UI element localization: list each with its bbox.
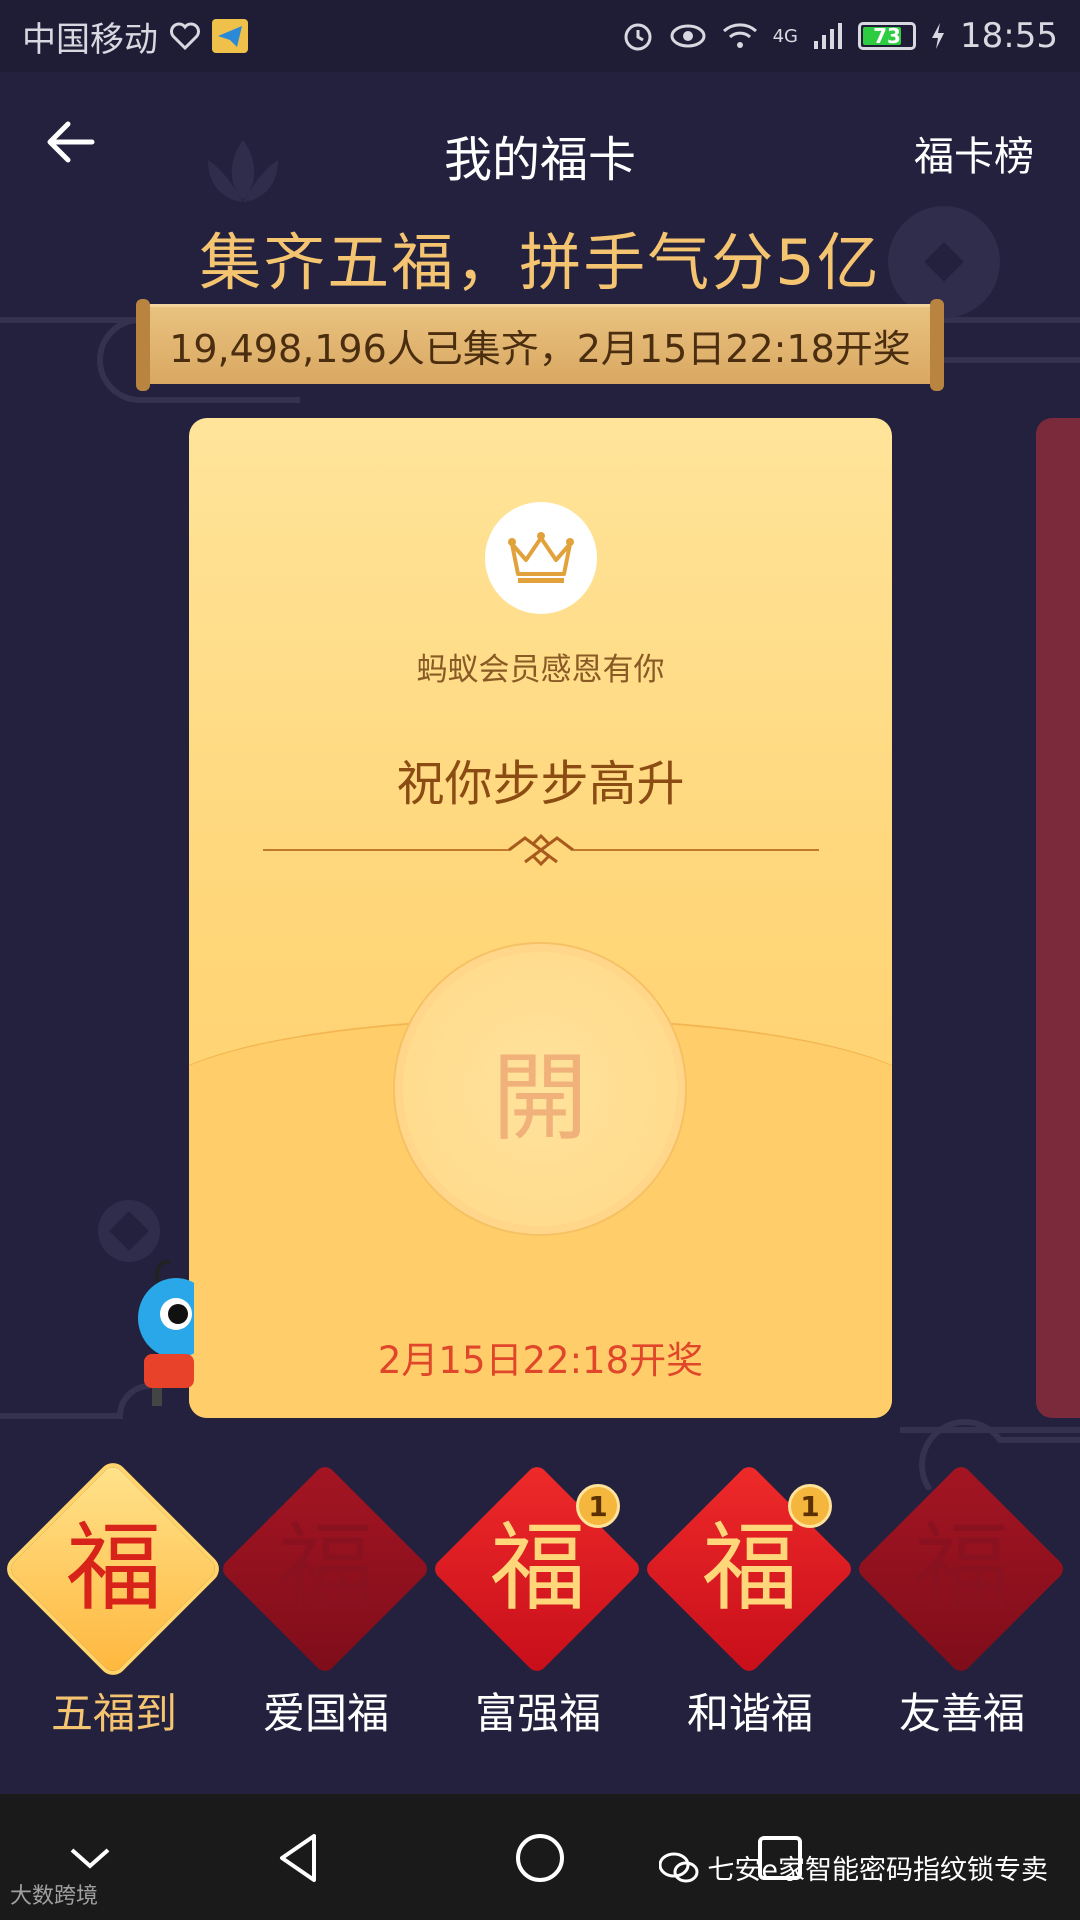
app-notification-icon: [212, 19, 248, 53]
wechat-watermark: 七安e家智能密码指纹锁专卖: [659, 1848, 1048, 1887]
alarm-icon: [624, 23, 652, 51]
status-left: 中国移动: [22, 12, 248, 61]
next-card-preview[interactable]: [1036, 418, 1080, 1418]
fu-card-fuqiang[interactable]: 福 1 富强福: [430, 1462, 644, 1748]
fu-envelope-card: 蚂蚁会员感恩有你 祝你步步高升 開 2月15日22:18开奖: [189, 418, 892, 1418]
crown-icon: [508, 532, 574, 583]
wifi-icon: [722, 23, 757, 48]
clock-time: 18:55: [960, 16, 1058, 56]
crown-badge: [485, 502, 597, 614]
knot-divider: [263, 833, 819, 867]
card-count-badge: 1: [788, 1484, 832, 1528]
campaign-headline: 集齐五福，拼手气分5亿: [199, 226, 881, 299]
eye-comfort-icon: [670, 24, 706, 48]
fu-card-label: 富强福: [474, 1689, 601, 1738]
fu-glyph: 福: [66, 1512, 162, 1624]
network-type: 4G: [772, 25, 799, 47]
fu-card-ranking-link[interactable]: 福卡榜: [914, 124, 1034, 182]
blessing-text: 祝你步步高升: [396, 756, 685, 812]
battery-icon: 73: [858, 22, 917, 50]
member-thanks-text: 蚂蚁会员感恩有你: [416, 652, 665, 688]
open-label: 開: [492, 1041, 588, 1154]
carrier-name: 中国移动: [22, 19, 158, 60]
ant-mascot-icon: [138, 1259, 194, 1406]
fu-glyph: 福: [490, 1512, 586, 1624]
fu-card-wufudao[interactable]: 福 五福到: [6, 1462, 220, 1748]
back-triangle-icon[interactable]: [268, 1826, 332, 1890]
status-bar: 中国移动 4G 73 18:55: [0, 0, 1080, 72]
collected-count-banner: 19,498,196人已集齐，2月15日22:18开奖: [136, 299, 944, 391]
fu-card-label: 友善福: [898, 1689, 1025, 1738]
charging-icon: [932, 23, 945, 49]
fu-glyph: 福: [914, 1512, 1010, 1624]
battery-level: 73: [873, 24, 901, 48]
watermark-text: 七安e家智能密码指纹锁专卖: [707, 1855, 1048, 1886]
wechat-icon: [659, 1852, 699, 1882]
system-nav-bar: 七安e家智能密码指纹锁专卖 大数跨境: [0, 1794, 1080, 1920]
nav-bar: 我的福卡 福卡榜: [0, 72, 1080, 222]
draw-time-text: 2月15日22:18开奖: [377, 1339, 704, 1382]
fu-card-hexie[interactable]: 福 1 和谐福: [642, 1462, 856, 1748]
source-watermark: 大数跨境: [10, 1884, 99, 1909]
health-heart-icon: [170, 22, 200, 50]
signal-icon: [814, 23, 843, 49]
fu-card-aiguo[interactable]: 福 爱国福: [218, 1462, 432, 1748]
status-right: 4G 73 18:55: [621, 16, 1058, 56]
fu-card-label: 爱国福: [262, 1689, 389, 1738]
open-envelope-button[interactable]: 開: [395, 944, 685, 1234]
fu-cards-row: 福 五福到 福 爱国福 福 1 富强福 福 1 和谐福 福 友善福: [0, 1462, 1080, 1748]
banner-text: 19,498,196人已集齐，2月15日22:18开奖: [169, 327, 911, 371]
home-circle-icon[interactable]: [508, 1826, 572, 1890]
card-count-badge: 1: [576, 1484, 620, 1528]
fu-glyph: 福: [702, 1512, 798, 1624]
fu-card-youshan[interactable]: 福 友善福: [854, 1462, 1068, 1748]
fu-card-label: 五福到: [50, 1689, 177, 1738]
fu-card-label: 和谐福: [686, 1689, 813, 1738]
fu-glyph: 福: [278, 1512, 374, 1624]
